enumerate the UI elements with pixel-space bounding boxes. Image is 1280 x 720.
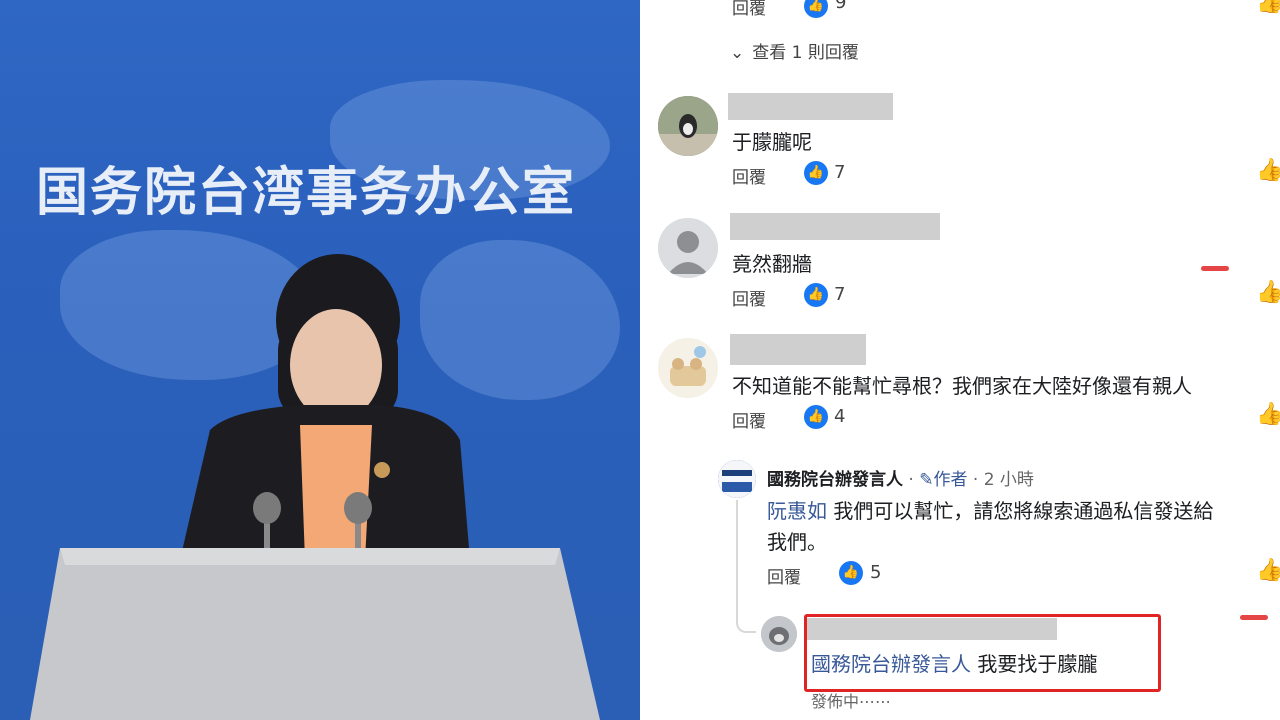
comment-text: 竟然翻牆 <box>732 252 812 276</box>
cat-photo-icon <box>761 616 797 652</box>
user-avatar[interactable] <box>761 616 797 652</box>
reply-text-line2: 我們。 <box>767 530 827 554</box>
speaker-figure <box>30 254 600 720</box>
separator: · <box>972 470 979 490</box>
reply-time: 2 小時 <box>983 470 1034 490</box>
commenter-avatar[interactable] <box>658 338 718 398</box>
like-count: 9 <box>835 0 847 13</box>
redacted-name <box>730 334 866 365</box>
like-icon[interactable]: 👍 <box>1256 558 1280 583</box>
reply-text: 我要找于朦朧 <box>977 652 1098 676</box>
like-bubble-icon: 👍 <box>804 283 828 307</box>
pencil-icon: ✎ <box>919 470 934 490</box>
reply-button[interactable]: 回覆 <box>767 563 801 588</box>
view-replies-label: 查看 1 則回覆 <box>752 43 859 63</box>
dog-photo-icon <box>658 96 718 156</box>
mention-link[interactable]: 國務院台辦發言人 <box>811 652 971 676</box>
like-bubble-icon: 👍 <box>804 0 828 18</box>
like-bubble-icon: 👍 <box>804 161 828 185</box>
like-bubble-icon: 👍 <box>804 405 828 429</box>
redacted-name <box>728 93 893 120</box>
like-count: 5 <box>870 562 882 583</box>
reply-text: 我們可以幫忙，請您將線索通過私信發送給 <box>833 499 1214 523</box>
comment-thread: 回覆 👍 9 👍 ⌄ 查看 1 則回覆 于朦朧呢 回覆 👍 7 👍 竟然翻牆 回覆… <box>640 0 1280 720</box>
like-icon[interactable]: 👍 <box>1256 158 1280 183</box>
mention-link[interactable]: 阮惠如 <box>767 499 827 523</box>
like-count: 7 <box>834 284 846 305</box>
like-icon[interactable]: 👍 <box>1256 402 1280 427</box>
comment-text: 于朦朧呢 <box>732 130 812 154</box>
cartoon-avatar-icon <box>658 338 718 398</box>
redacted-name <box>730 213 940 240</box>
chevron-down-icon: ⌄ <box>730 43 745 63</box>
red-mark <box>1201 266 1229 271</box>
office-logo-icon <box>718 460 756 498</box>
pending-reply-text: 國務院台辦發言人 我要找于朦朧 <box>811 648 1097 677</box>
like-icon[interactable]: 👍 <box>1256 280 1280 305</box>
reply-button[interactable]: 回覆 <box>732 285 766 310</box>
commenter-avatar[interactable] <box>658 96 718 156</box>
reply-header: 國務院台辦發言人 · ✎作者 · 2 小時 <box>767 465 1034 490</box>
press-conference-photo: 国务院台湾事务办公室 <box>0 0 640 720</box>
page-avatar[interactable] <box>718 460 756 498</box>
default-avatar-icon <box>658 218 718 278</box>
reply-button[interactable]: 回覆 <box>732 407 766 432</box>
red-mark <box>1240 615 1268 620</box>
reply-button[interactable]: 回覆 <box>732 163 766 188</box>
thread-connector <box>736 500 738 618</box>
page-author-name[interactable]: 國務院台辦發言人 <box>767 470 903 490</box>
reply-text-line1: 阮惠如 我們可以幫忙，請您將線索通過私信發送給 <box>767 495 1213 524</box>
like-count: 4 <box>834 406 846 427</box>
like-bubble-icon: 👍 <box>839 561 863 585</box>
like-icon[interactable]: 👍 <box>1256 0 1280 15</box>
comment-text: 不知道能不能幫忙尋根？我們家在大陸好像還有親人 <box>732 374 1192 398</box>
like-count: 7 <box>834 162 846 183</box>
commenter-avatar[interactable] <box>658 218 718 278</box>
reply-button[interactable]: 回覆 <box>732 0 766 19</box>
thread-connector <box>736 617 756 633</box>
author-badge: 作者 <box>933 470 968 490</box>
separator: · <box>908 470 914 490</box>
view-replies-link[interactable]: ⌄ 查看 1 則回覆 <box>730 38 859 63</box>
posting-status: 發佈中⋯⋯ <box>811 692 892 711</box>
